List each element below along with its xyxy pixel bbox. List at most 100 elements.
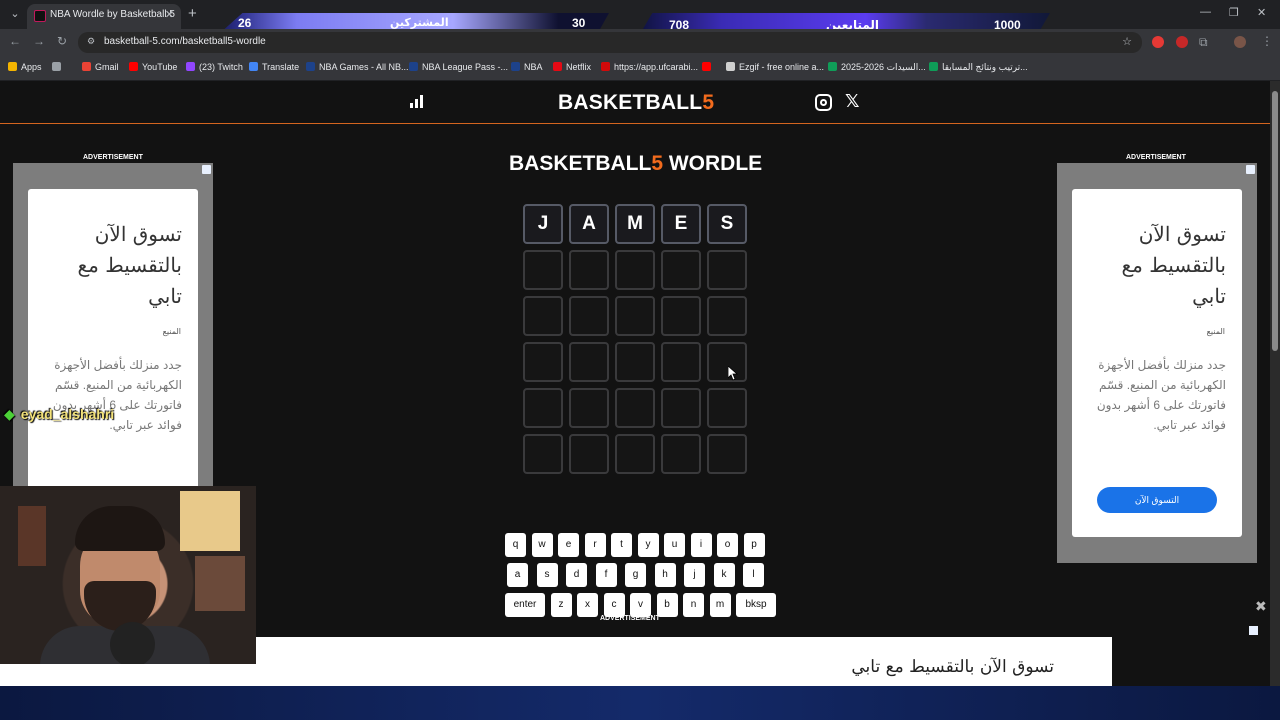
key-s[interactable]: s <box>536 563 558 587</box>
bookmark-sheets[interactable]: ترتيب ونتائج المسابقا... <box>929 62 1028 73</box>
scrollbar-thumb[interactable] <box>1272 91 1278 351</box>
extensions-puzzle-icon[interactable]: ⧉ <box>1199 35 1208 50</box>
bookmark-nba[interactable]: NBA <box>511 62 543 72</box>
letter-tile <box>523 388 563 428</box>
bookmark-youtube-2[interactable] <box>702 62 715 72</box>
close-ad-icon[interactable]: ✖ <box>1255 598 1267 615</box>
key-z[interactable]: z <box>550 593 572 617</box>
letter-tile <box>615 250 655 290</box>
bookmark-nba-games[interactable]: NBA Games - All NB... <box>306 62 409 72</box>
key-h[interactable]: h <box>654 563 676 587</box>
ad-body: جدد منزلك بأفضل الأجهزة الكهربائية من ال… <box>1096 358 1226 432</box>
key-q[interactable]: q <box>505 533 526 557</box>
forward-icon[interactable]: → <box>33 34 45 48</box>
webcam-overlay <box>0 486 256 664</box>
key-w[interactable]: w <box>531 533 553 557</box>
key-t[interactable]: t <box>611 533 632 557</box>
key-r[interactable]: r <box>584 533 606 557</box>
bookmark-gmail[interactable]: Gmail <box>82 62 119 72</box>
letter-tile <box>615 434 655 474</box>
webcam-background <box>18 506 46 566</box>
ad-card[interactable]: تسوق الآن بالتقسيط مع تابي المنيع جدد من… <box>1072 189 1242 537</box>
bookmark-grid-icon[interactable] <box>52 62 65 72</box>
adchoices-icon[interactable] <box>1246 165 1255 174</box>
ad-shop-now-button[interactable]: التسوق الآن <box>1097 487 1217 513</box>
bookmark-twitch[interactable]: (23) Twitch <box>186 62 243 72</box>
instagram-icon[interactable] <box>815 94 832 111</box>
bottom-ad[interactable]: تسوق الآن بالتقسيط مع تابي <box>158 637 1112 686</box>
page-scrollbar[interactable] <box>1270 81 1280 686</box>
letter-tile <box>615 342 655 382</box>
key-j[interactable]: j <box>684 563 705 587</box>
letter-tile <box>707 434 747 474</box>
letter-tile <box>707 250 747 290</box>
key-enter[interactable]: enter <box>505 593 545 617</box>
bookmark-nba-league-pass[interactable]: NBA League Pass -... <box>409 62 508 72</box>
key-l[interactable]: l <box>743 563 764 587</box>
letter-tile <box>707 342 747 382</box>
key-p[interactable]: p <box>743 533 765 557</box>
stream-bottom-band <box>0 686 1280 720</box>
key-d[interactable]: d <box>566 563 587 587</box>
tab-close-icon[interactable]: ✕ <box>165 8 174 21</box>
key-bksp[interactable]: bksp <box>736 593 776 617</box>
address-bar[interactable]: ⚙ basketball-5.com/basketball5-wordle ☆ <box>78 32 1142 53</box>
letter-tile <box>615 388 655 428</box>
ad-label-left: ADVERTISEMENT <box>83 154 143 161</box>
bookmark-drive[interactable]: السيدات 2026-2025... <box>828 62 926 73</box>
bookmark-netflix[interactable]: Netflix <box>553 62 591 72</box>
key-y[interactable]: y <box>637 533 659 557</box>
profile-avatar[interactable] <box>1234 36 1246 48</box>
bookmark-translate[interactable]: Translate <box>249 62 299 72</box>
bottom-ad-left-edge <box>0 664 158 686</box>
letter-tile <box>523 342 563 382</box>
letter-tile <box>569 296 609 336</box>
letter-tile: S <box>707 204 747 244</box>
tab-search-icon[interactable]: ⌄ <box>6 5 24 23</box>
reload-icon[interactable]: ↻ <box>57 34 67 48</box>
bookmark-ufc-arabia[interactable]: https://app.ufcarabi... <box>601 62 698 72</box>
adchoices-icon[interactable] <box>1249 626 1258 635</box>
stats-icon[interactable] <box>410 95 424 108</box>
extension-icon[interactable] <box>1152 36 1164 48</box>
ad-right[interactable]: تسوق الآن بالتقسيط مع تابي المنيع جدد من… <box>1057 163 1257 563</box>
key-c[interactable]: c <box>603 593 625 617</box>
subscribers-goal: 30 <box>572 16 586 30</box>
bookmark-ezgif[interactable]: Ezgif - free online a... <box>726 62 824 72</box>
letter-tile <box>707 296 747 336</box>
key-g[interactable]: g <box>625 563 646 587</box>
x-twitter-icon[interactable]: 𝕏 <box>845 91 860 112</box>
window-close-icon[interactable]: ✕ <box>1257 6 1266 19</box>
key-o[interactable]: o <box>717 533 738 557</box>
browser-tab[interactable]: NBA Wordle by Basketball 5 ✕ <box>27 4 181 29</box>
letter-tile <box>707 388 747 428</box>
back-icon[interactable]: ← <box>9 34 21 48</box>
letter-tile <box>661 388 701 428</box>
key-b[interactable]: b <box>656 593 678 617</box>
key-f[interactable]: f <box>595 563 617 587</box>
key-x[interactable]: x <box>577 593 598 617</box>
bookmark-apps[interactable]: Apps <box>8 62 42 72</box>
key-n[interactable]: n <box>683 593 704 617</box>
key-v[interactable]: v <box>630 593 651 617</box>
ad-card[interactable]: تسوق الآن بالتقسيط مع تابي المنيع جدد من… <box>28 189 198 537</box>
new-tab-icon[interactable]: + <box>188 5 197 22</box>
bottom-ad-label: ADVERTISEMENT <box>600 615 660 622</box>
key-k[interactable]: k <box>713 563 735 587</box>
site-logo[interactable]: BASKETBALL5 <box>558 91 714 115</box>
key-a[interactable]: a <box>507 563 528 587</box>
minimize-icon[interactable]: — <box>1200 6 1211 18</box>
bookmark-youtube[interactable]: YouTube <box>129 62 177 72</box>
key-u[interactable]: u <box>664 533 685 557</box>
key-e[interactable]: e <box>558 533 579 557</box>
ad-label-right: ADVERTISEMENT <box>1126 154 1186 161</box>
restore-icon[interactable]: ❐ <box>1229 6 1239 19</box>
adchoices-icon[interactable] <box>202 165 211 174</box>
browser-menu-icon[interactable]: ⋮ <box>1261 34 1273 48</box>
key-i[interactable]: i <box>690 533 712 557</box>
bookmark-star-icon[interactable]: ☆ <box>1122 35 1132 48</box>
site-info-icon[interactable]: ⚙ <box>87 36 95 47</box>
key-m[interactable]: m <box>709 593 731 617</box>
extension-icon[interactable] <box>1176 36 1188 48</box>
site-header: BASKETBALL5 𝕏 <box>0 81 1270 124</box>
